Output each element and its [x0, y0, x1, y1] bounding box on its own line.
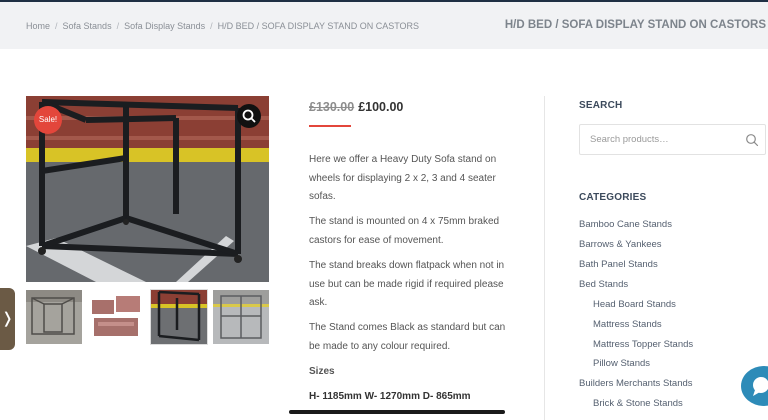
description-paragraph: The Stand comes Black as standard but ca…	[309, 322, 506, 352]
breadcrumb-sofa-stands[interactable]: Sofa Stands	[63, 21, 112, 31]
product-photo	[26, 96, 269, 282]
category-link[interactable]: Barrows & Yankees	[579, 239, 662, 250]
product-dimensions: H- 1185mm W- 1270mm D- 865mm	[309, 391, 471, 402]
old-price: £130.00	[309, 100, 355, 114]
sidebar-divider	[544, 96, 545, 420]
product-main-image[interactable]: Sale!	[26, 96, 269, 282]
breadcrumb-sofa-display-stands[interactable]: Sofa Display Stands	[124, 21, 205, 31]
page-title: H/D BED / SOFA DISPLAY STAND ON CASTORS	[504, 19, 766, 31]
breadcrumb: Home / Sofa Stands / Sofa Display Stands / H/D…	[26, 21, 419, 31]
thumbnail-image	[26, 290, 82, 344]
chat-icon	[753, 377, 768, 396]
subcategory-link[interactable]: Mattress Stands	[593, 319, 662, 330]
search-box	[579, 124, 766, 155]
category-link[interactable]: Bamboo Cane Stands	[579, 219, 672, 230]
thumbnail-image	[88, 290, 144, 344]
search-widget-title: SEARCH	[579, 100, 623, 111]
chat-button[interactable]	[741, 366, 768, 406]
categories-widget-title: CATEGORIES	[579, 192, 647, 203]
breadcrumb-separator: /	[55, 21, 58, 31]
breadcrumb-separator: /	[210, 21, 213, 31]
home-indicator	[289, 410, 505, 414]
side-tab-toggle[interactable]: ❭	[0, 288, 15, 350]
description-paragraph: The stand is mounted on 4 x 75mm braked …	[309, 216, 500, 246]
product-thumbnail[interactable]	[26, 290, 82, 344]
description-paragraph: Here we offer a Heavy Duty Sofa stand on…	[309, 154, 497, 202]
subcategory-link[interactable]: Brick & Stone Stands	[593, 398, 683, 409]
sale-price: £100.00	[358, 100, 404, 114]
page-header-bar: Home / Sofa Stands / Sofa Display Stands / H/D…	[0, 2, 768, 49]
breadcrumb-current: H/D BED / SOFA DISPLAY STAND ON CASTORS	[217, 21, 420, 31]
product-thumbnail[interactable]	[213, 290, 269, 344]
search-icon[interactable]	[745, 133, 759, 147]
subcategory-link[interactable]: Mattress Topper Stands	[593, 339, 693, 350]
sale-badge: Sale!	[34, 106, 62, 134]
product-thumbnail-active[interactable]	[150, 289, 208, 345]
zoom-icon[interactable]	[237, 104, 261, 128]
breadcrumb-home[interactable]: Home	[26, 21, 50, 31]
thumbnail-image	[213, 290, 269, 344]
category-link[interactable]: Bed Stands	[579, 279, 628, 290]
chevron-right-icon: ❭	[1, 310, 14, 327]
category-link[interactable]: Bath Panel Stands	[579, 259, 658, 270]
sizes-heading: Sizes	[309, 366, 335, 377]
product-price: £130.00 £100.00	[309, 100, 403, 114]
product-thumbnail[interactable]	[88, 290, 144, 344]
thumbnail-image	[151, 290, 207, 344]
search-input[interactable]	[580, 125, 740, 154]
breadcrumb-separator: /	[116, 21, 120, 31]
description-paragraph: The stand breaks down flatpack when not …	[309, 260, 505, 308]
price-divider	[309, 125, 351, 127]
subcategory-link[interactable]: Head Board Stands	[593, 299, 676, 310]
category-link[interactable]: Builders Merchants Stands	[579, 378, 693, 389]
subcategory-link[interactable]: Pillow Stands	[593, 358, 650, 369]
